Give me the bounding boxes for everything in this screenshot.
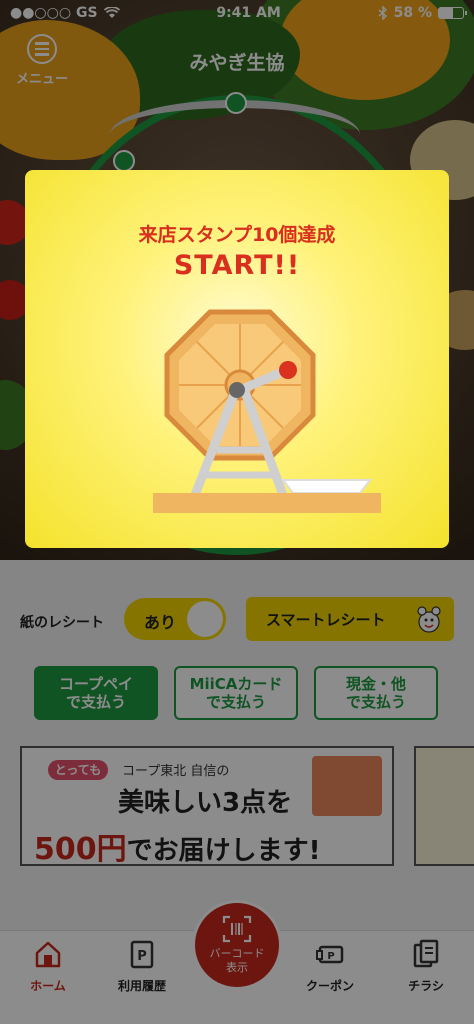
modal-start-text: START!!	[173, 250, 301, 281]
lottery-drum-icon[interactable]	[25, 300, 449, 540]
stamp-lottery-modal[interactable]: 来店スタンプ10個達成 START!!	[25, 170, 449, 548]
modal-title: 来店スタンプ10個達成	[138, 224, 336, 246]
